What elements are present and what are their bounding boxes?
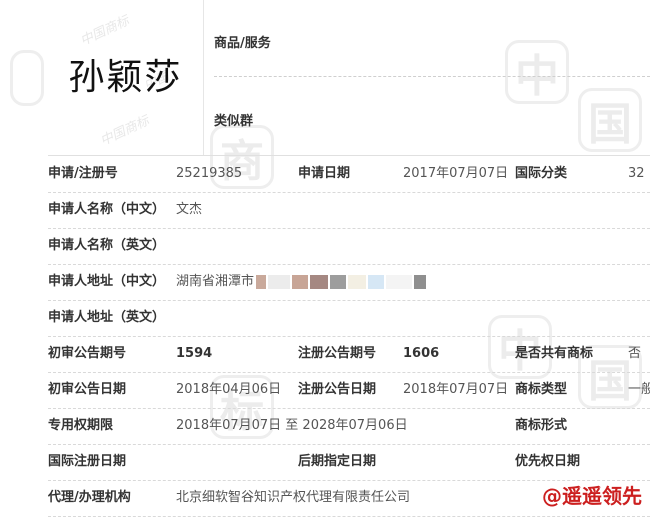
table-row: 申请/注册号 25219385 申请日期 2017年07月07日 国际分类 32 xyxy=(48,156,650,193)
applicant-cn-label: 申请人名称（中文） xyxy=(48,202,166,217)
author-watermark: @遥遥领先 xyxy=(542,484,642,508)
validity-label: 专用权期限 xyxy=(48,418,114,433)
image-watermark: 中国商标 xyxy=(78,13,132,50)
table-row: 申请人地址（中文） 湖南省湘潭市 xyxy=(48,264,650,301)
table-row: 申请人名称（中文） 文杰 xyxy=(48,192,650,229)
applicant-en-label: 申请人名称（英文） xyxy=(48,238,166,253)
reg-no-label: 申请/注册号 xyxy=(48,166,118,181)
redaction-blur xyxy=(330,274,347,289)
redaction-blur xyxy=(292,274,309,289)
trademark-text: 孙颖莎 xyxy=(68,57,183,98)
reg-issue-value: 1606 xyxy=(403,346,440,361)
agent-label: 代理/办理机构 xyxy=(48,490,131,505)
redaction-blur xyxy=(310,274,329,289)
address-cn-value: 湖南省湘潭市 xyxy=(176,264,427,300)
address-en-label: 申请人地址（英文） xyxy=(48,310,166,325)
redaction-blur xyxy=(414,274,427,289)
redaction-blur xyxy=(256,274,267,289)
late-date-label: 后期指定日期 xyxy=(298,454,377,469)
divider xyxy=(214,76,650,77)
image-watermark: 中国商标 xyxy=(98,113,152,150)
type-label: 商标类型 xyxy=(515,382,568,397)
watermark-tile: 国 xyxy=(578,88,642,152)
form-label: 商标形式 xyxy=(515,418,568,433)
watermark-tile xyxy=(10,50,44,106)
redaction-blur xyxy=(368,274,385,289)
similar-group-label: 类似群 xyxy=(214,114,254,129)
reg-date-value: 2018年07月07日 xyxy=(403,382,509,397)
prelim-issue-label: 初审公告期号 xyxy=(48,346,127,361)
intl-class-value: 32 xyxy=(628,166,645,181)
shared-value: 否 xyxy=(628,346,642,361)
redaction-blur xyxy=(348,274,367,289)
trademark-image: 中国商标 中国商标 中国 孙颖莎 xyxy=(48,0,204,156)
validity-value: 2018年07月07日 至 2028年07月06日 xyxy=(176,418,408,433)
type-value: 一般 xyxy=(628,382,650,397)
table-row: 初审公告期号 1594 注册公告期号 1606 是否共有商标 否 xyxy=(48,336,650,373)
prelim-date-label: 初审公告日期 xyxy=(48,382,127,397)
table-row: 专用权期限 2018年07月07日 至 2028年07月06日 商标形式 xyxy=(48,408,650,445)
priority-label: 优先权日期 xyxy=(515,454,581,469)
table-row: 国际注册日期 后期指定日期 优先权日期 xyxy=(48,444,650,481)
intl-class-label: 国际分类 xyxy=(515,166,568,181)
prelim-issue-value: 1594 xyxy=(176,346,213,361)
address-cn-label: 申请人地址（中文） xyxy=(48,274,166,289)
agent-value: 北京细软智谷知识产权代理有限责任公司 xyxy=(176,490,411,505)
reg-issue-label: 注册公告期号 xyxy=(298,346,377,361)
table-row: 申请人地址（英文） xyxy=(48,300,650,337)
table-row: 申请人名称（英文） xyxy=(48,228,650,265)
reg-date-label: 注册公告日期 xyxy=(298,382,377,397)
prelim-date-value: 2018年04月06日 xyxy=(176,382,282,397)
watermark-tile: 中 xyxy=(505,40,569,104)
intl-reg-label: 国际注册日期 xyxy=(48,454,127,469)
table-row: 初审公告日期 2018年04月06日 注册公告日期 2018年07月07日 商标… xyxy=(48,372,650,409)
app-date-value: 2017年07月07日 xyxy=(403,166,509,181)
applicant-cn-value: 文杰 xyxy=(176,202,203,217)
address-cn-text: 湖南省湘潭市 xyxy=(176,274,255,289)
shared-label: 是否共有商标 xyxy=(515,346,594,361)
redaction-blur xyxy=(268,274,291,289)
app-date-label: 申请日期 xyxy=(298,166,351,181)
redaction-blur xyxy=(386,274,413,289)
reg-no-value: 25219385 xyxy=(176,166,243,181)
goods-services-label: 商品/服务 xyxy=(214,36,271,51)
